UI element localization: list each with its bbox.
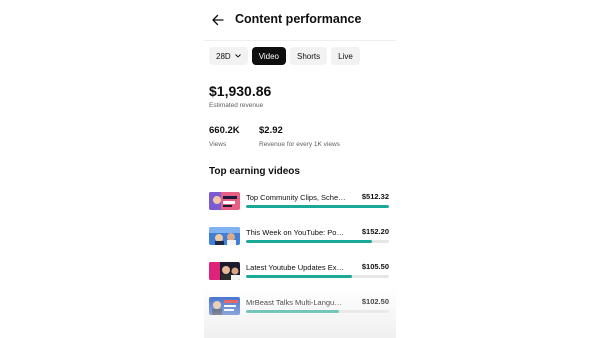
video-row[interactable]: Latest Youtube Updates Ex… $105.50 <box>209 262 393 284</box>
views-value: 660.2K <box>209 125 240 136</box>
revenue-bar-fill <box>246 205 389 208</box>
page-title: Content performance <box>235 12 362 26</box>
video-title: MrBeast Talks Multi-Langu… <box>246 298 342 307</box>
chevron-down-icon <box>234 54 241 58</box>
video-row[interactable]: MrBeast Talks Multi-Langu… $102.50 <box>209 297 393 319</box>
rpm-label: Revenue for every 1K views <box>259 141 340 148</box>
chip-shorts[interactable]: Shorts <box>290 47 328 65</box>
video-title: Top Community Clips, Sche… <box>246 193 346 202</box>
video-revenue: $152.20 <box>361 227 389 236</box>
revenue-bar <box>246 310 389 313</box>
top-app-bar: Content performance <box>204 0 396 41</box>
top-earning-videos-title: Top earning videos <box>209 166 300 177</box>
arrow-left-icon <box>212 14 224 26</box>
chip-video[interactable]: Video <box>251 47 287 65</box>
back-button[interactable] <box>208 10 228 30</box>
video-thumbnail <box>209 262 240 280</box>
revenue-bar-fill <box>246 275 352 278</box>
rpm-value: $2.92 <box>259 125 283 136</box>
revenue-bar <box>246 275 389 278</box>
video-revenue: $512.32 <box>361 192 389 201</box>
video-title: This Week on YouTube: Po… <box>246 228 344 237</box>
video-thumbnail <box>209 227 240 245</box>
views-label: Views <box>209 141 227 148</box>
video-title: Latest Youtube Updates Ex… <box>246 263 344 272</box>
revenue-bar-fill <box>246 240 372 243</box>
estimated-revenue-value: $1,930.86 <box>209 83 272 99</box>
views-metric: 660.2K Views <box>209 125 240 148</box>
chip-live[interactable]: Live <box>331 47 360 65</box>
video-thumbnail <box>209 297 240 315</box>
video-row[interactable]: Top Community Clips, Sche… $512.32 <box>209 192 393 214</box>
revenue-bar <box>246 240 389 243</box>
estimated-revenue-label: Estimated revenue <box>209 102 264 109</box>
rpm-metric: $2.92 Revenue for every 1K views <box>259 125 340 148</box>
video-thumbnail <box>209 192 240 210</box>
chip-label: 28D <box>216 51 231 61</box>
phone-screen: Content performance 28D Video Shorts Liv… <box>204 0 396 338</box>
video-revenue: $105.50 <box>361 262 389 271</box>
revenue-bar <box>246 205 389 208</box>
chip-date-range[interactable]: 28D <box>209 47 248 65</box>
video-revenue: $102.50 <box>361 297 389 306</box>
filter-chips: 28D Video Shorts Live <box>209 47 360 65</box>
video-row[interactable]: This Week on YouTube: Po… $152.20 <box>209 227 393 249</box>
revenue-bar-fill <box>246 310 339 313</box>
